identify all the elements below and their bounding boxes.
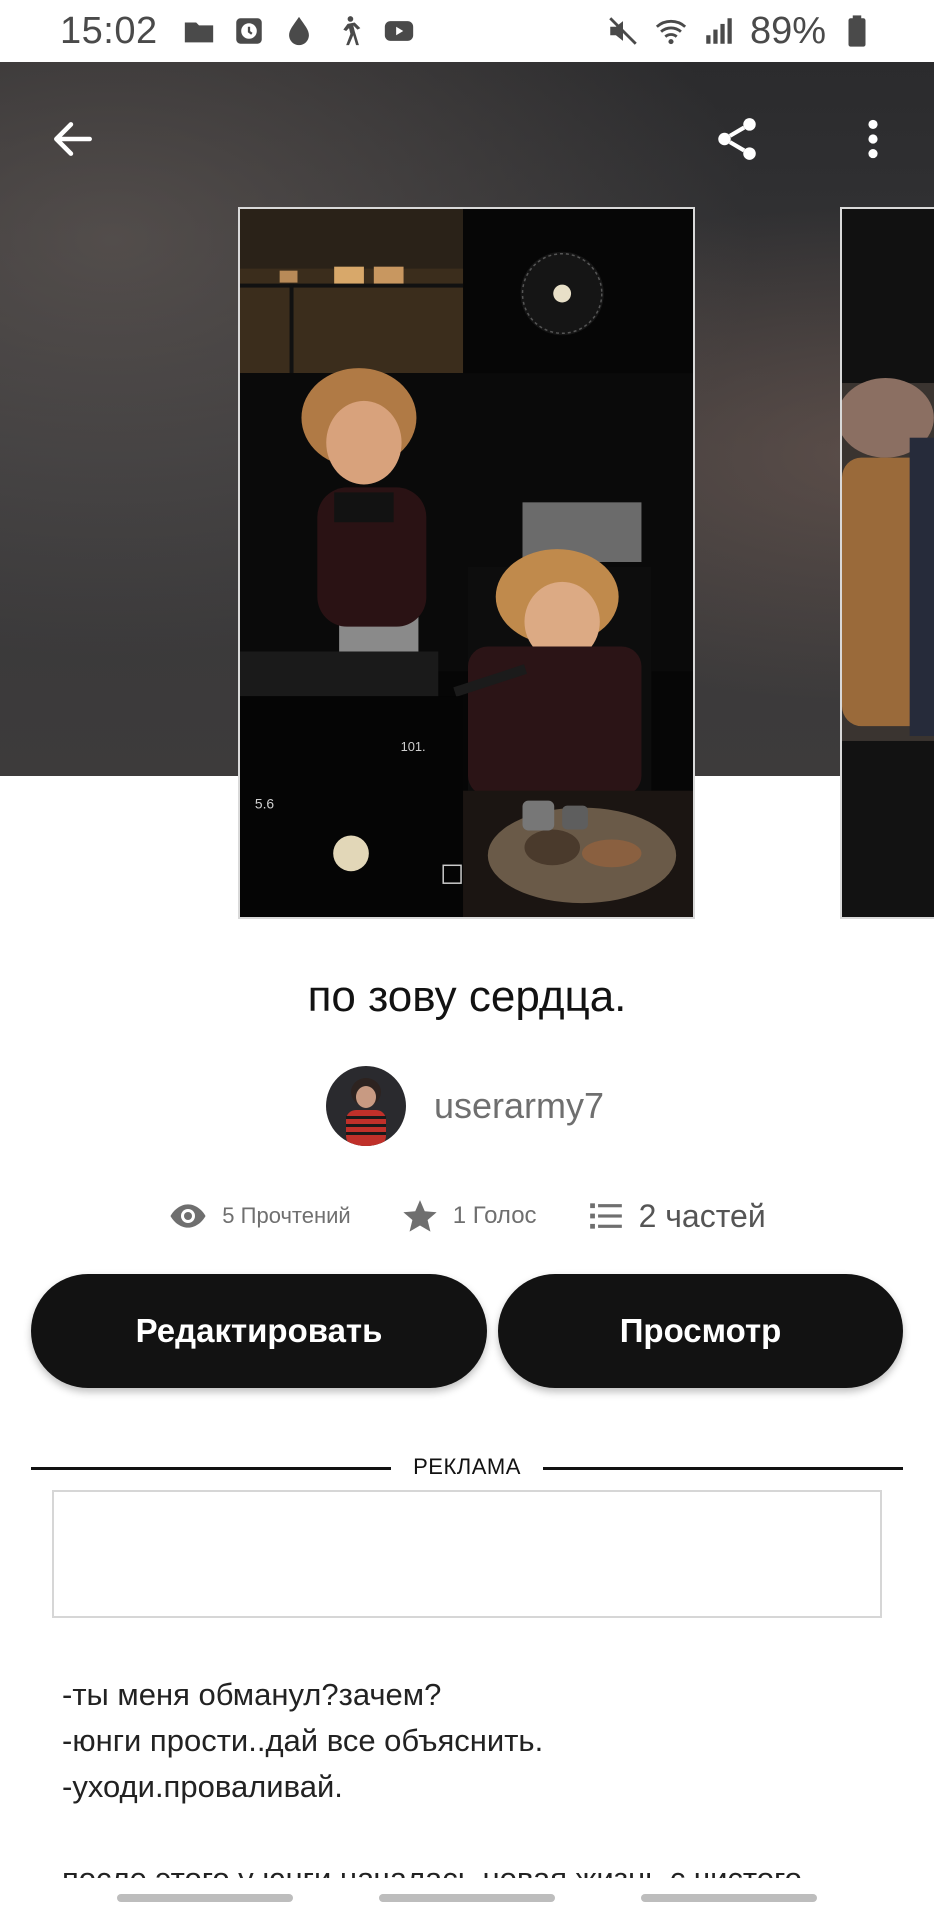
svg-text:101.: 101. bbox=[401, 739, 426, 754]
mute-icon bbox=[606, 14, 640, 48]
story-stats: 5 Прочтений 1 Голос 2 частей bbox=[0, 1190, 934, 1242]
star-icon bbox=[403, 1200, 437, 1232]
author-name[interactable]: userarmy7 bbox=[434, 1085, 604, 1127]
screen: 15:02 89% 5.6 101. по зову сердца. usera… bbox=[0, 0, 934, 1920]
eye-icon bbox=[170, 1204, 206, 1228]
story-preview: -ты меня обманул?зачем? -юнги прости..да… bbox=[62, 1672, 872, 1902]
drop-icon bbox=[282, 14, 316, 48]
next-book-cover[interactable] bbox=[840, 207, 934, 919]
share-button[interactable] bbox=[700, 102, 774, 176]
story-line: -уходи.проваливай. bbox=[62, 1769, 343, 1804]
book-cover[interactable]: 5.6 101. bbox=[238, 207, 695, 919]
clock-icon bbox=[232, 14, 266, 48]
share-icon bbox=[718, 118, 756, 160]
more-options-button[interactable] bbox=[836, 102, 910, 176]
ad-divider-left bbox=[31, 1467, 391, 1470]
reads-count: 5 Прочтений bbox=[222, 1203, 351, 1228]
ad-label: РЕКЛАМА bbox=[413, 1454, 521, 1479]
folder-icon bbox=[182, 14, 216, 48]
parts-stat[interactable]: 2 частей bbox=[587, 1197, 766, 1235]
status-notification-icons bbox=[182, 14, 416, 48]
nav-handle[interactable] bbox=[641, 1894, 817, 1902]
wifi-icon bbox=[654, 14, 688, 48]
status-system-icons: 89% bbox=[606, 10, 874, 53]
ad-container[interactable] bbox=[52, 1490, 882, 1618]
reads-stat: 5 Прочтений bbox=[168, 1196, 351, 1236]
walking-icon bbox=[332, 14, 366, 48]
list-icon bbox=[589, 1203, 622, 1229]
parts-count[interactable]: 2 частей bbox=[639, 1198, 766, 1235]
back-button[interactable] bbox=[36, 102, 110, 176]
avatar-image bbox=[326, 1066, 406, 1146]
nav-handle[interactable] bbox=[117, 1894, 293, 1902]
status-time: 15:02 bbox=[60, 9, 158, 52]
book-title: по зову сердца. bbox=[307, 972, 627, 1021]
signal-icon bbox=[702, 14, 736, 48]
nav-handle[interactable] bbox=[379, 1894, 555, 1902]
view-button[interactable]: Просмотр bbox=[498, 1274, 903, 1388]
youtube-icon bbox=[382, 14, 416, 48]
story-line: -ты меня обманул?зачем? bbox=[62, 1677, 442, 1712]
votes-count: 1 Голос bbox=[452, 1202, 537, 1229]
ad-divider-right bbox=[543, 1467, 903, 1470]
cover-image bbox=[842, 209, 934, 917]
gesture-nav-bar bbox=[0, 1886, 934, 1910]
arrow-left-icon bbox=[54, 122, 92, 156]
cover-collage-image: 5.6 101. bbox=[240, 209, 693, 917]
battery-icon bbox=[840, 14, 874, 48]
story-line: -юнги прости..дай все объяснить. bbox=[62, 1723, 544, 1758]
battery-percent: 89% bbox=[749, 9, 826, 52]
votes-stat: 1 Голос bbox=[401, 1197, 537, 1235]
avatar[interactable] bbox=[326, 1066, 406, 1146]
svg-text:5.6: 5.6 bbox=[255, 796, 275, 812]
status-bar: 15:02 89% bbox=[0, 0, 934, 62]
edit-button[interactable]: Редактировать bbox=[31, 1274, 487, 1388]
author-link[interactable]: userarmy7 bbox=[326, 1066, 604, 1146]
more-vertical-icon bbox=[868, 119, 878, 159]
